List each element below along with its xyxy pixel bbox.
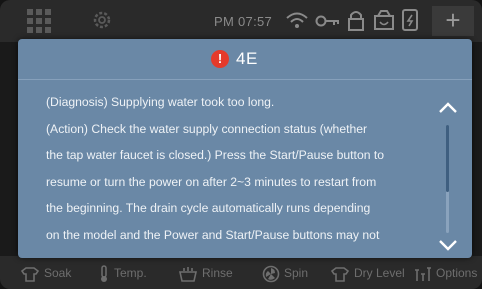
shirt-soak-icon [20,267,40,282]
message-line: resume or turn the power on after 2~3 mi… [46,174,377,189]
options-label: Options [436,266,478,280]
temp-button[interactable]: Temp. [98,262,147,284]
error-message[interactable]: (Diagnosis) Supplying water took too lon… [46,89,426,249]
message-line: the beginning. The drain cycle automatic… [46,201,371,215]
scrollbar-track[interactable] [446,125,449,233]
clock-time: PM 07:57 [214,14,273,29]
shirt-dry-icon [330,267,350,282]
dry-level-button[interactable]: Dry Level [330,262,405,284]
soak-button[interactable]: Soak [20,262,71,284]
menu-grid-icon[interactable] [26,9,52,33]
message-line: (Diagnosis) Supplying water took too lon… [46,95,275,109]
options-button[interactable]: Options [414,262,477,284]
error-dialog: ! 4E (Diagnosis) Supplying water took to… [18,39,472,258]
status-bar: PM 07:57 + [0,0,482,42]
rinse-button[interactable]: Rinse [178,262,233,284]
phone-icon [402,9,418,31]
soak-label: Soak [44,266,72,280]
message-line: (Action) Check the water supply connecti… [46,121,368,136]
scrollbar-thumb[interactable] [446,125,449,192]
dialog-header: ! 4E [18,39,472,80]
thermometer-icon [101,265,107,282]
scroll-down-icon[interactable] [436,236,460,254]
error-code: 4E [236,49,258,68]
detergent-icon [374,10,394,30]
lock-icon [348,11,364,31]
key-icon [315,15,339,27]
scroll-up-icon[interactable] [436,99,460,117]
dry-level-label: Dry Level [354,266,405,280]
spin-label: Spin [284,266,309,280]
spin-button[interactable]: Spin [262,262,308,284]
spin-icon [262,265,280,283]
rinse-icon [179,266,197,282]
wifi-icon [286,12,308,28]
bottom-menu: Soak Temp. Rinse Spin Dry Level Options [0,256,482,289]
rinse-label: Rinse [202,266,233,280]
message-line: on the model and the Power and Start/Pau… [46,227,380,242]
add-button[interactable]: + [432,6,474,36]
temp-label: Temp. [114,266,147,280]
message-line: the tap water faucet is closed.) Press t… [46,148,385,162]
options-icon [415,267,431,281]
gear-icon[interactable] [90,8,114,32]
washer-screen: PM 07:57 + Soak Temp. Rinse Spin Dry Lev… [0,0,482,289]
alert-icon: ! [211,50,229,68]
